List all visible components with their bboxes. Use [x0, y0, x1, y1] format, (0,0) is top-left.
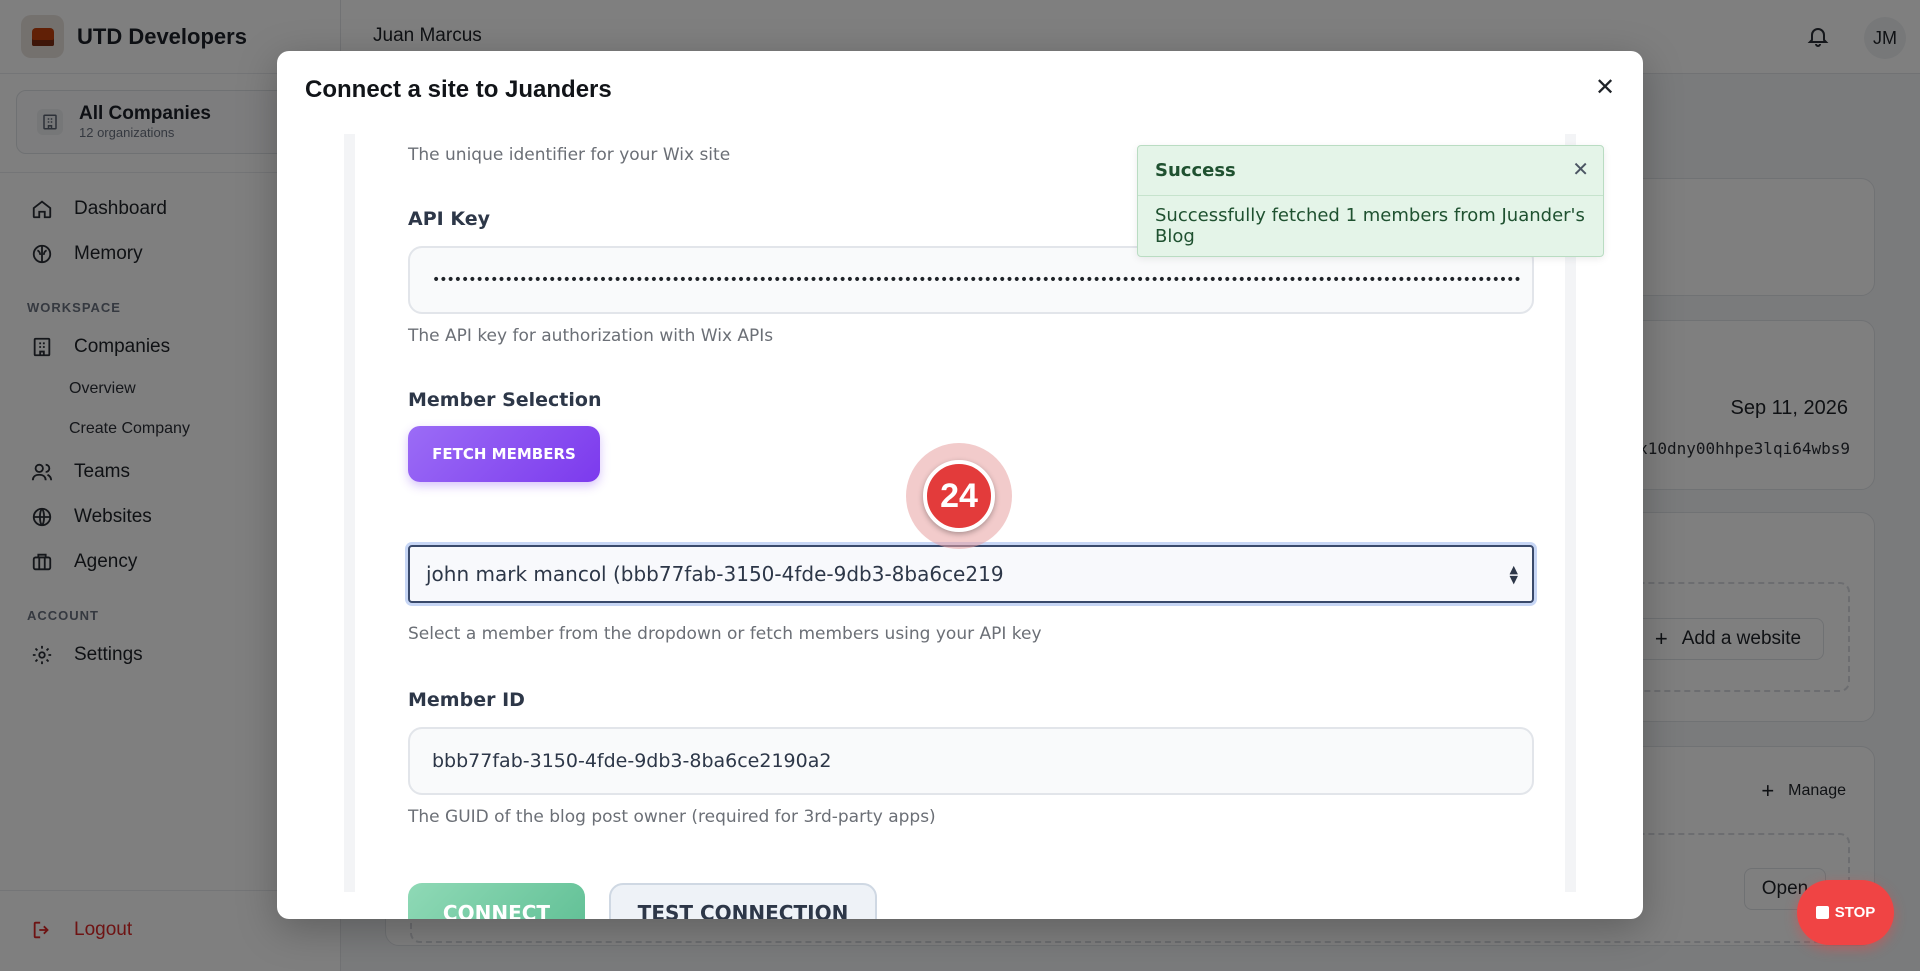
member-selection-help: Select a member from the dropdown or fet… [408, 624, 1042, 644]
toast-message: Successfully fetched 1 members from Juan… [1155, 205, 1585, 247]
site-id-help: The unique identifier for your Wix site [408, 145, 731, 165]
api-key-label: API Key [408, 208, 490, 230]
stop-label: STOP [1834, 904, 1876, 921]
api-key-help: The API key for authorization with Wix A… [408, 326, 774, 346]
member-id-label: Member ID [408, 689, 525, 711]
fetch-members-button[interactable]: FETCH MEMBERS [408, 426, 600, 482]
member-id-help: The GUID of the blog post owner (require… [408, 807, 936, 827]
test-connection-button[interactable]: TEST CONNECTION [609, 883, 877, 919]
modal-title: Connect a site to Juanders [305, 76, 612, 103]
member-select-value: john mark mancol (bbb77fab-3150-4fde-9db… [426, 562, 1004, 586]
close-icon[interactable]: ✕ [1572, 157, 1589, 181]
toast-title: Success [1138, 146, 1603, 196]
member-select[interactable]: john mark mancol (bbb77fab-3150-4fde-9db… [408, 545, 1534, 603]
stop-button[interactable]: STOP [1797, 880, 1894, 945]
member-id-input[interactable]: bbb77fab-3150-4fde-9db3-8ba6ce2190a2 [408, 727, 1534, 795]
success-toast: Success ✕ Successfully fetched 1 members… [1137, 145, 1604, 257]
stop-icon [1815, 906, 1829, 919]
step-marker: 24 [923, 460, 995, 532]
connect-button[interactable]: CONNECT [408, 883, 585, 919]
close-icon[interactable]: ✕ [1589, 71, 1621, 103]
select-arrows-icon: ▲ ▼ [1509, 563, 1518, 586]
member-selection-label: Member Selection [408, 389, 602, 411]
